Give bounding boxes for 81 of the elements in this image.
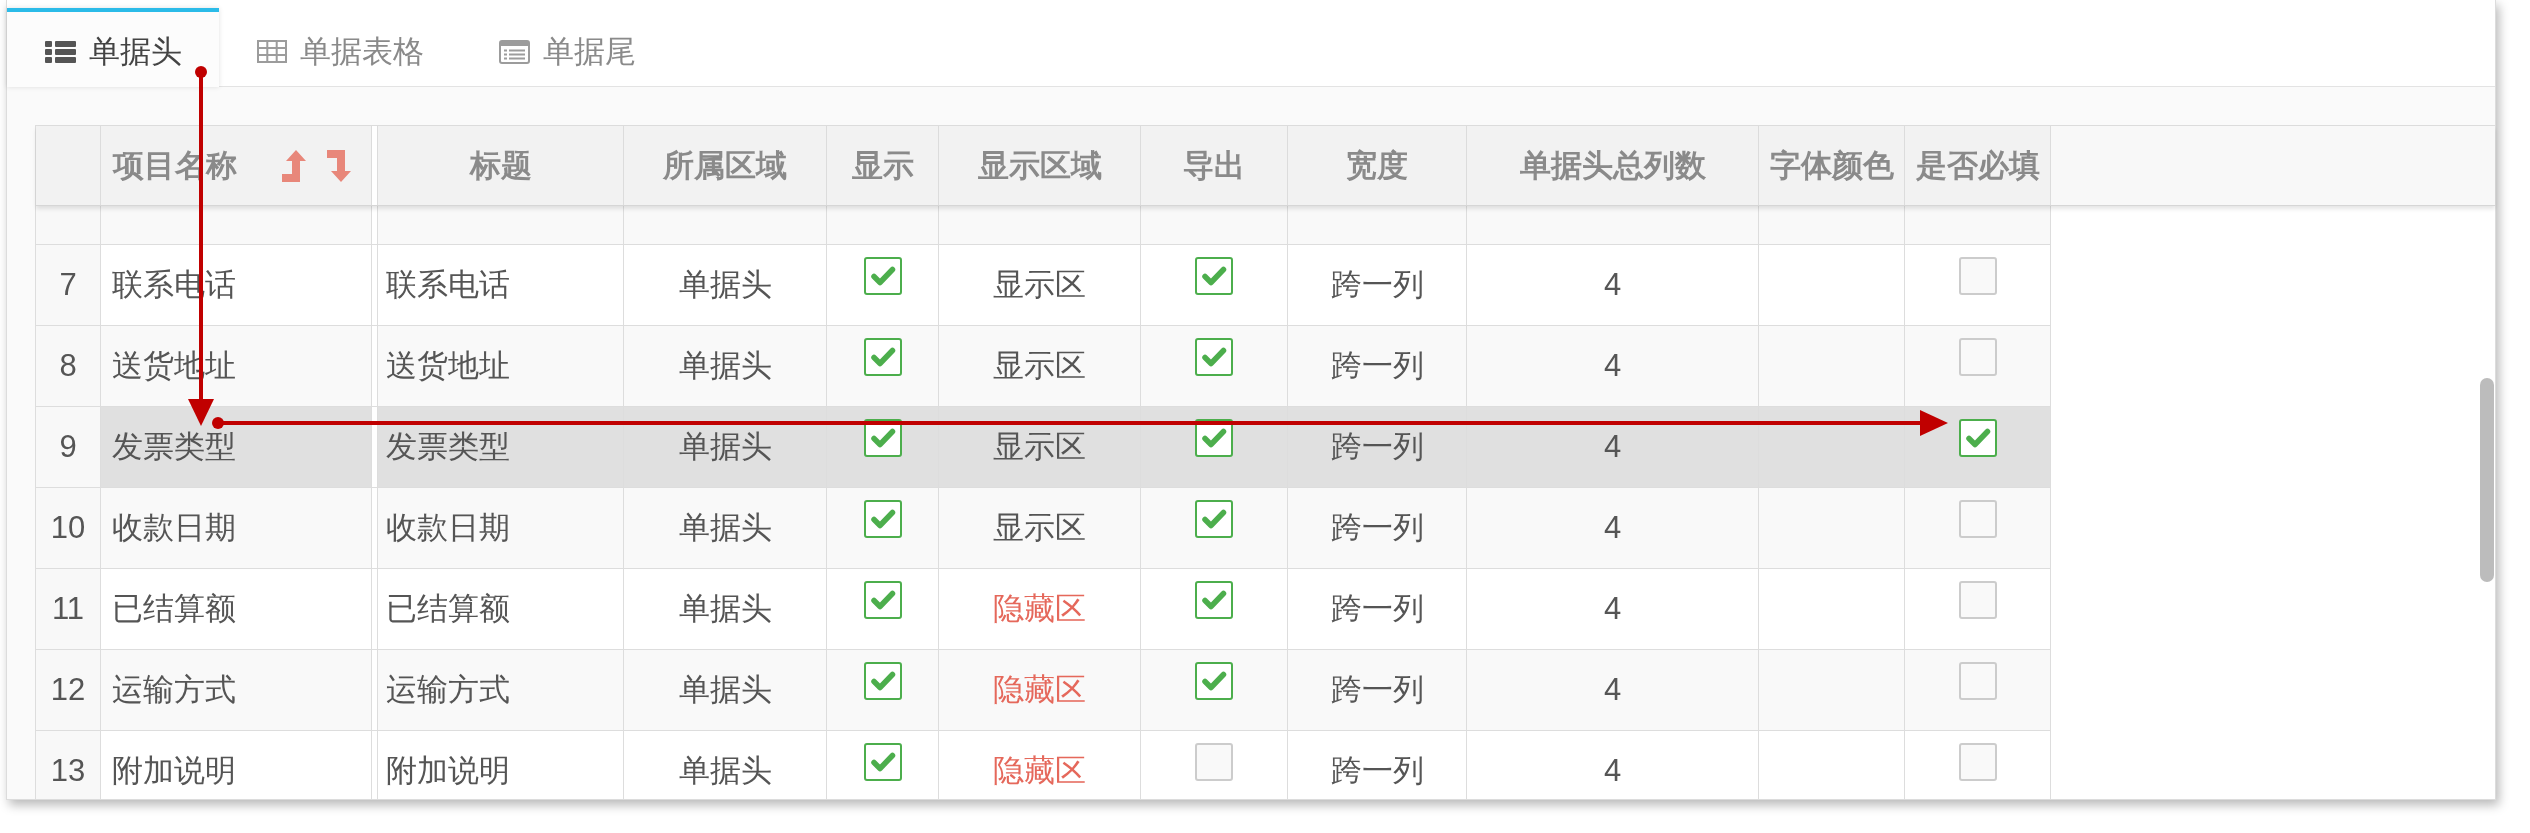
column-header: 显示 (827, 126, 939, 205)
checkbox[interactable] (1195, 338, 1233, 376)
table-cell: 运输方式 (377, 650, 624, 730)
table-cell: 跨一列 (1288, 326, 1467, 406)
table-cell: 送货地址 (377, 326, 624, 406)
row-number: 11 (36, 569, 101, 649)
checkbox[interactable] (863, 743, 902, 781)
table-cell: 隐藏区 (939, 569, 1141, 649)
table-cell: 显示区 (939, 326, 1141, 406)
checkbox[interactable] (863, 500, 902, 538)
table-cell: 单据头 (624, 326, 827, 406)
table-cell: 跨一列 (1288, 488, 1467, 568)
form-icon (499, 39, 530, 64)
column-header: 单据头总列数 (1467, 126, 1759, 205)
row-number: 13 (36, 731, 101, 799)
table-cell: 单据头 (624, 245, 827, 325)
row-number: 7 (36, 245, 101, 325)
table-cell: 4 (1467, 731, 1759, 799)
column-header: 显示区域 (939, 126, 1141, 205)
checkbox[interactable] (1195, 743, 1233, 781)
checkbox[interactable] (1958, 581, 1997, 619)
table-cell: 4 (1467, 488, 1759, 568)
table-cell: 收款日期 (377, 488, 624, 568)
table-cell: 单据头 (624, 650, 827, 730)
column-header: 字体颜色 (1759, 126, 1905, 205)
table-cell: 隐藏区 (939, 650, 1141, 730)
checkbox[interactable] (1195, 257, 1233, 295)
checkbox[interactable] (863, 581, 902, 619)
table-icon (257, 40, 287, 63)
checkbox[interactable] (1958, 419, 1997, 457)
checkbox[interactable] (1958, 257, 1997, 295)
table-cell: 单据头 (624, 407, 827, 487)
sort-down-icon[interactable] (327, 149, 351, 182)
checkbox[interactable] (1195, 419, 1233, 457)
checkbox[interactable] (1958, 743, 1997, 781)
table-cell: 联系电话 (377, 245, 624, 325)
row-number: 9 (36, 407, 101, 487)
table-cell: 显示区 (939, 488, 1141, 568)
sort-up-icon[interactable] (282, 149, 306, 182)
scrollbar-thumb[interactable] (2480, 378, 2494, 582)
column-header: 是否必填 (1905, 126, 2051, 205)
table-cell: 跨一列 (1288, 245, 1467, 325)
table-cell: 跨一列 (1288, 569, 1467, 649)
table-cell: 4 (1467, 326, 1759, 406)
checkbox[interactable] (863, 257, 902, 295)
table-cell: 显示区 (939, 407, 1141, 487)
table-cell: 4 (1467, 245, 1759, 325)
table-row[interactable]: 10 收款日期 收款日期 单据头 显示区 跨一列 4 (36, 488, 2051, 569)
column-header: 宽度 (1288, 126, 1467, 205)
checkbox[interactable] (1195, 500, 1233, 538)
table-cell: 单据头 (624, 488, 827, 568)
table-cell: 单据头 (624, 569, 827, 649)
table-cell: 显示区 (939, 245, 1141, 325)
table-cell: 4 (1467, 650, 1759, 730)
checkbox[interactable] (1195, 581, 1233, 619)
checkbox[interactable] (863, 662, 902, 700)
list-icon (45, 40, 76, 63)
table-cell: 跨一列 (1288, 407, 1467, 487)
checkbox[interactable] (1958, 338, 1997, 376)
checkbox[interactable] (863, 338, 902, 376)
table-cell: 跨一列 (1288, 731, 1467, 799)
column-header: 标题 (377, 126, 624, 205)
table-row[interactable]: 13 附加说明 附加说明 单据头 隐藏区 跨一列 4 (36, 731, 2051, 799)
checkbox[interactable] (1958, 662, 1997, 700)
table-row[interactable]: 9 发票类型 发票类型 单据头 显示区 跨一列 4 (36, 407, 2051, 488)
column-header: 导出 (1141, 126, 1288, 205)
checkbox[interactable] (1195, 662, 1233, 700)
table-cell: 已结算额 (377, 569, 624, 649)
table-row[interactable]: 12 运输方式 运输方式 单据头 隐藏区 跨一列 4 (36, 650, 2051, 731)
table-row[interactable]: 11 已结算额 已结算额 单据头 隐藏区 跨一列 4 (36, 569, 2051, 650)
table-cell: 附加说明 (377, 731, 624, 799)
table-cell: 4 (1467, 569, 1759, 649)
table-cell: 4 (1467, 407, 1759, 487)
checkbox[interactable] (1958, 500, 1997, 538)
tab[interactable]: 单据头 (7, 8, 219, 87)
checkbox[interactable] (863, 419, 902, 457)
column-header: 所属区域 (624, 126, 827, 205)
table-cell: 隐藏区 (939, 731, 1141, 799)
table-cell: 发票类型 (377, 407, 624, 487)
table-cell: 单据头 (624, 731, 827, 799)
table-cell: 跨一列 (1288, 650, 1467, 730)
